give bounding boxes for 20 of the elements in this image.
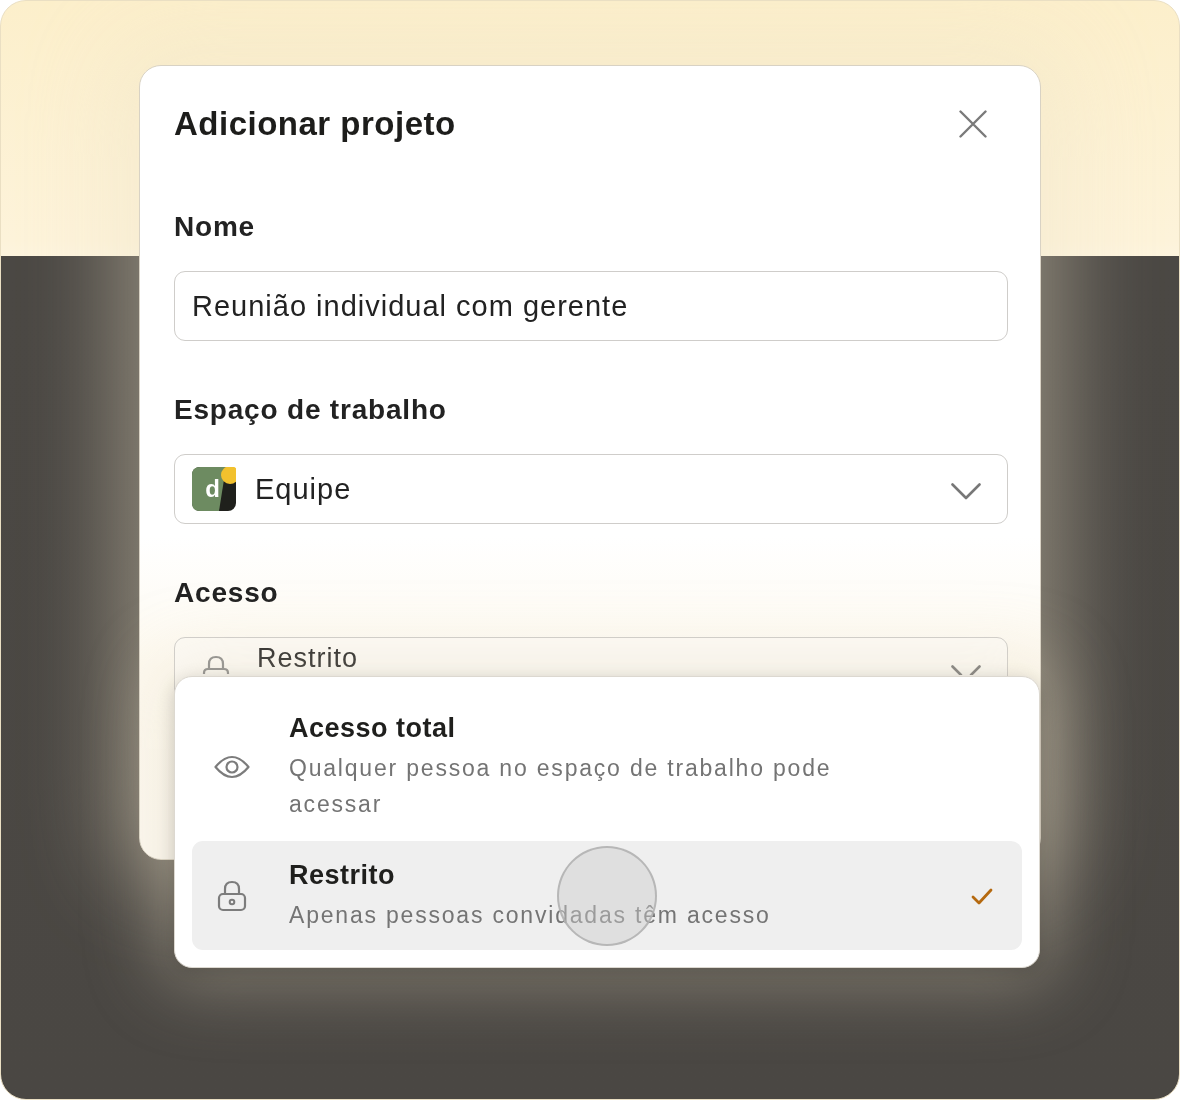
eye-icon [214, 755, 250, 779]
dialog-title: Adicionar projeto [174, 105, 456, 143]
field-label: Espaço de trabalho [174, 394, 447, 426]
workspace-logo-icon: d [192, 467, 236, 511]
close-button[interactable] [959, 110, 987, 138]
field-label: Nome [174, 211, 255, 243]
close-icon [959, 110, 987, 138]
name-input[interactable]: Reunião individual com gerente [174, 271, 1008, 341]
chevron-down-icon [951, 665, 981, 675]
check-icon [971, 887, 993, 905]
chevron-down-icon [951, 483, 981, 500]
lock-icon [217, 880, 247, 912]
option-description: Qualquer pessoa no espaço de trabalho pode acessar [289, 754, 833, 819]
option-title: Acesso total [289, 712, 456, 744]
option-title: Restrito [289, 859, 395, 891]
field-label: Acesso [174, 577, 279, 609]
option-description: Apenas pessoas convidadas têm acesso [289, 901, 771, 930]
lock-icon [202, 655, 230, 674]
workspace-select[interactable]: d Equipe [174, 454, 1008, 524]
access-option[interactable]: Restrito Apenas pessoas convidadas têm acesso [192, 841, 1022, 950]
